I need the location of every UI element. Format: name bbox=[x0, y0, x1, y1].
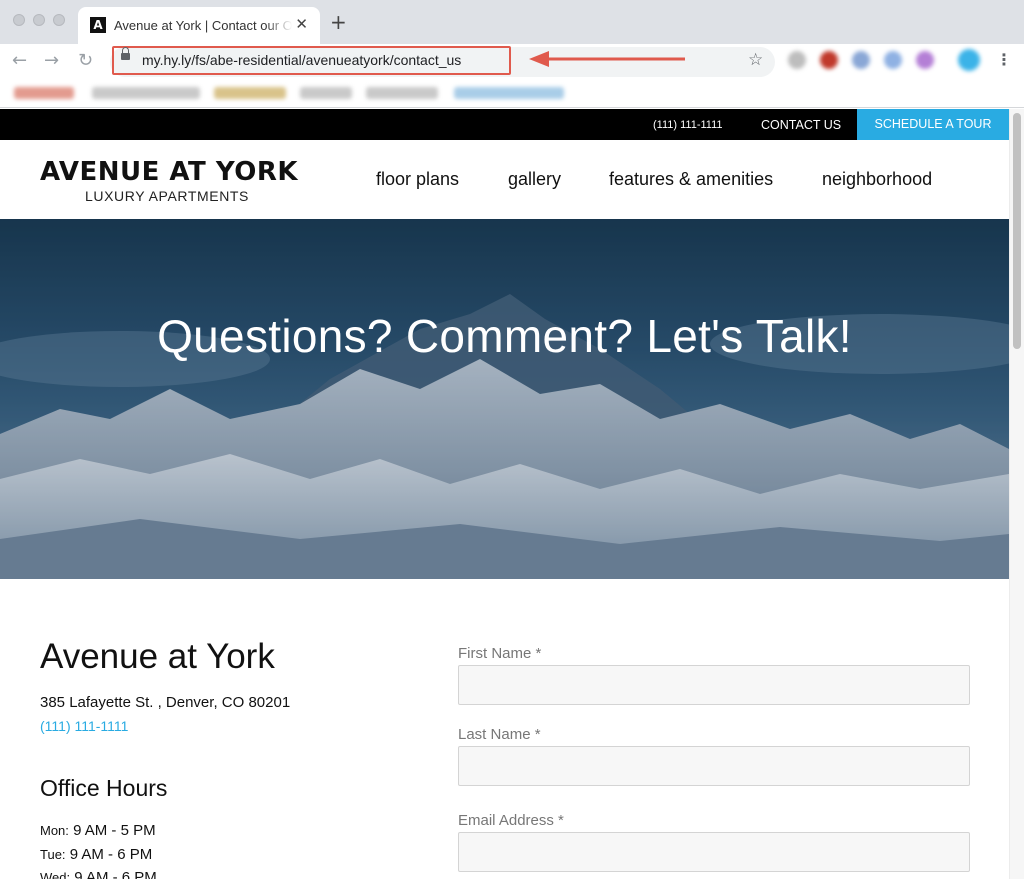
extension-icon[interactable] bbox=[820, 51, 838, 69]
last-name-input[interactable] bbox=[458, 746, 970, 786]
reload-icon[interactable]: ↻ bbox=[78, 50, 93, 71]
hours-time: 9 AM - 6 PM bbox=[69, 846, 153, 863]
email-input[interactable] bbox=[458, 832, 970, 872]
tab-title: Avenue at York | Contact our O bbox=[114, 18, 292, 33]
nav-gallery[interactable]: gallery bbox=[508, 169, 561, 190]
bookmark-star-icon[interactable]: ☆ bbox=[748, 50, 763, 70]
bookmark-item[interactable] bbox=[14, 87, 74, 99]
nav-features-amenities[interactable]: features & amenities bbox=[609, 169, 773, 190]
first-name-label: First Name * bbox=[458, 645, 542, 662]
tab-close-icon[interactable]: ✕ bbox=[295, 15, 308, 33]
hours-row: Tue: 9 AM - 6 PM bbox=[40, 846, 152, 863]
hours-day: Mon: bbox=[40, 823, 69, 838]
forward-arrow-icon[interactable]: → bbox=[44, 50, 59, 71]
browser-tab[interactable]: A Avenue at York | Contact our O ✕ bbox=[78, 7, 320, 44]
page-viewport: (111) 111-1111 CONTACT US SCHEDULE A TOU… bbox=[0, 109, 1024, 879]
url-text[interactable]: my.hy.ly/fs/abe-residential/avenueatyork… bbox=[142, 52, 461, 68]
schedule-tour-button[interactable]: SCHEDULE A TOUR bbox=[857, 109, 1009, 140]
mountain-background-image bbox=[0, 219, 1009, 579]
bookmark-item[interactable] bbox=[366, 87, 438, 99]
scrollbar-thumb[interactable] bbox=[1013, 113, 1021, 349]
hours-day: Tue: bbox=[40, 847, 66, 862]
back-arrow-icon[interactable]: ← bbox=[12, 50, 27, 71]
extension-icon[interactable] bbox=[788, 51, 806, 69]
bookmark-item[interactable] bbox=[92, 87, 200, 99]
property-name: Avenue at York bbox=[40, 637, 275, 676]
page-scrollbar[interactable] bbox=[1009, 109, 1024, 879]
nav-neighborhood[interactable]: neighborhood bbox=[822, 169, 932, 190]
lock-icon bbox=[121, 47, 130, 60]
office-hours-title: Office Hours bbox=[40, 775, 168, 801]
window-minimize-button[interactable] bbox=[33, 14, 45, 26]
hours-row: Wed: 9 AM - 6 PM bbox=[40, 869, 157, 879]
nav-floor-plans[interactable]: floor plans bbox=[376, 169, 459, 190]
email-label: Email Address * bbox=[458, 812, 564, 829]
window-zoom-button[interactable] bbox=[53, 14, 65, 26]
new-tab-icon[interactable]: + bbox=[330, 12, 347, 32]
annotation-arrow-icon bbox=[529, 51, 685, 67]
extension-icon[interactable] bbox=[884, 51, 902, 69]
first-name-input[interactable] bbox=[458, 665, 970, 705]
top-utility-bar: (111) 111-1111 CONTACT US SCHEDULE A TOU… bbox=[0, 109, 1009, 140]
site-favicon-icon: A bbox=[90, 17, 106, 33]
logo-subtitle: LUXURY APARTMENTS bbox=[85, 188, 249, 204]
logo-title[interactable]: AVENUE AT YORK bbox=[40, 157, 298, 187]
last-name-label: Last Name * bbox=[458, 726, 541, 743]
contact-us-link[interactable]: CONTACT US bbox=[761, 118, 841, 132]
bookmark-item[interactable] bbox=[454, 87, 564, 99]
menu-dots-icon[interactable]: ⋮ bbox=[996, 50, 1012, 69]
hero-banner: Questions? Comment? Let's Talk! bbox=[0, 219, 1009, 579]
contact-section: Avenue at York 385 Lafayette St. , Denve… bbox=[0, 579, 1009, 879]
profile-avatar[interactable] bbox=[958, 49, 980, 71]
site-header: AVENUE AT YORK LUXURY APARTMENTS floor p… bbox=[0, 140, 1009, 219]
browser-tab-strip: A Avenue at York | Contact our O ✕ + bbox=[0, 0, 1024, 44]
property-phone-link[interactable]: (111) 111-1111 bbox=[40, 718, 128, 734]
bookmark-item[interactable] bbox=[214, 87, 286, 99]
window-close-button[interactable] bbox=[13, 14, 25, 26]
bookmarks-bar bbox=[0, 80, 1024, 108]
top-phone-link[interactable]: (111) 111-1111 bbox=[653, 119, 723, 131]
hours-row: Mon: 9 AM - 5 PM bbox=[40, 822, 156, 839]
hours-day: Wed: bbox=[40, 870, 71, 879]
hours-time: 9 AM - 5 PM bbox=[73, 822, 156, 839]
extension-icon[interactable] bbox=[852, 51, 870, 69]
extension-icon[interactable] bbox=[916, 51, 934, 69]
bookmark-item[interactable] bbox=[300, 87, 352, 99]
property-address: 385 Lafayette St. , Denver, CO 80201 bbox=[40, 694, 291, 711]
hours-time: 9 AM - 6 PM bbox=[74, 869, 157, 879]
hero-title: Questions? Comment? Let's Talk! bbox=[157, 310, 852, 362]
